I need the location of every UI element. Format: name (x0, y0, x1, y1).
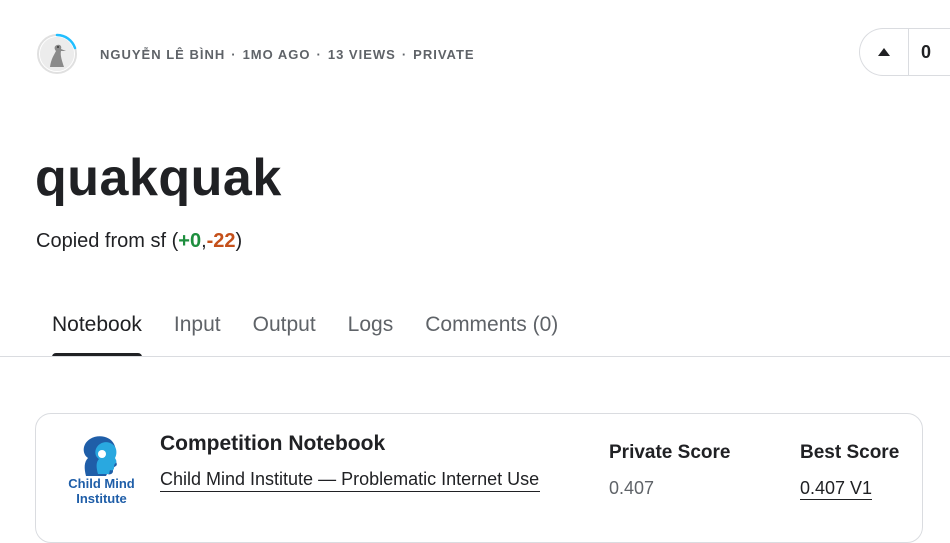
notebook-meta: NGUYỄN LÊ BÌNH · 1MO AGO · 13 VIEWS · PR… (36, 32, 475, 76)
meta-separator: · (231, 46, 237, 62)
best-score-label: Best Score (800, 442, 900, 463)
tabs-divider (0, 356, 950, 357)
vote-widget: 0 (859, 28, 950, 76)
author-name[interactable]: NGUYỄN LÊ BÌNH (100, 47, 225, 62)
competition-notebook-heading: Competition Notebook (160, 432, 386, 455)
author-avatar[interactable] (36, 33, 78, 75)
upvote-button[interactable] (860, 28, 908, 76)
competition-link[interactable]: Child Mind Institute — Problematic Inter… (160, 469, 540, 492)
page-title: quakquak (35, 149, 282, 207)
notebook-tabs: Notebook Input Output Logs Comments (0) (36, 305, 574, 357)
tab-logs[interactable]: Logs (332, 305, 410, 357)
competition-logo[interactable]: Child Mind Institute (64, 434, 139, 524)
view-count: 13 VIEWS (327, 46, 396, 62)
vote-count: 0 (921, 41, 932, 62)
tab-output[interactable]: Output (237, 305, 332, 357)
private-score-value: 0.407 (609, 478, 655, 498)
logo-text-line1: Child Mind (68, 476, 135, 491)
copied-from-label[interactable]: Copied from sf ( (36, 230, 178, 252)
private-score-label: Private Score (609, 442, 731, 463)
lines-added: +0 (178, 230, 202, 252)
copied-from-line: Copied from sf (+0,-22) (36, 230, 242, 253)
triangle-up-icon (878, 48, 890, 56)
tab-notebook[interactable]: Notebook (36, 305, 158, 357)
tab-input[interactable]: Input (158, 305, 237, 357)
lines-removed: -22 (206, 230, 236, 252)
time-ago: 1MO AGO (242, 46, 311, 62)
private-score-column: Private Score 0.407 (609, 442, 730, 499)
child-mind-head-icon (83, 436, 117, 476)
meta-line: NGUYỄN LÊ BÌNH · 1MO AGO · 13 VIEWS · PR… (100, 47, 475, 62)
competition-card: Child Mind Institute Competition Noteboo… (35, 413, 923, 543)
best-score-column: Best Score 0.407 V1 (800, 442, 899, 500)
best-score-value[interactable]: 0.407 V1 (800, 478, 873, 500)
meta-separator: · (401, 46, 408, 62)
logo-text: Child Mind Institute (64, 476, 139, 506)
bird-avatar-icon (40, 37, 74, 71)
tab-comments[interactable]: Comments (0) (409, 305, 574, 357)
visibility-status: PRIVATE (413, 46, 475, 62)
logo-text-line2: Institute (76, 491, 127, 506)
meta-separator: · (316, 46, 322, 62)
close-paren: ) (235, 230, 243, 252)
